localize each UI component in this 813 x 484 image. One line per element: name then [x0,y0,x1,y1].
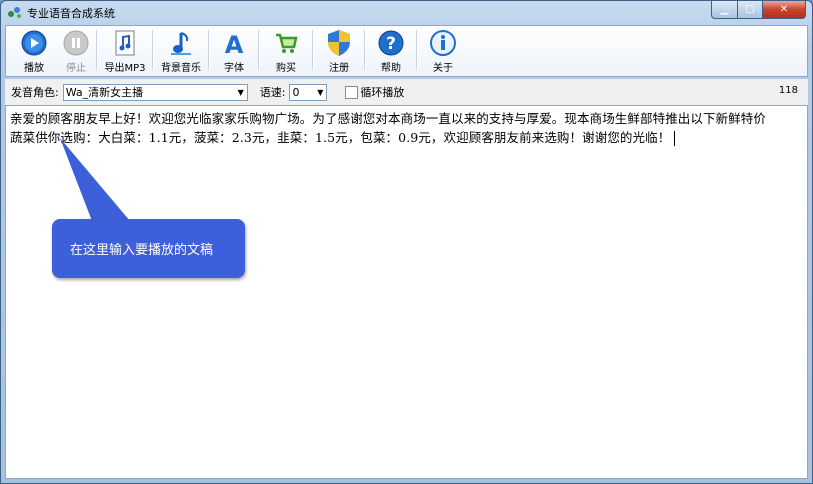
callout-text: 在这里输入要播放的文稿 [70,243,214,258]
